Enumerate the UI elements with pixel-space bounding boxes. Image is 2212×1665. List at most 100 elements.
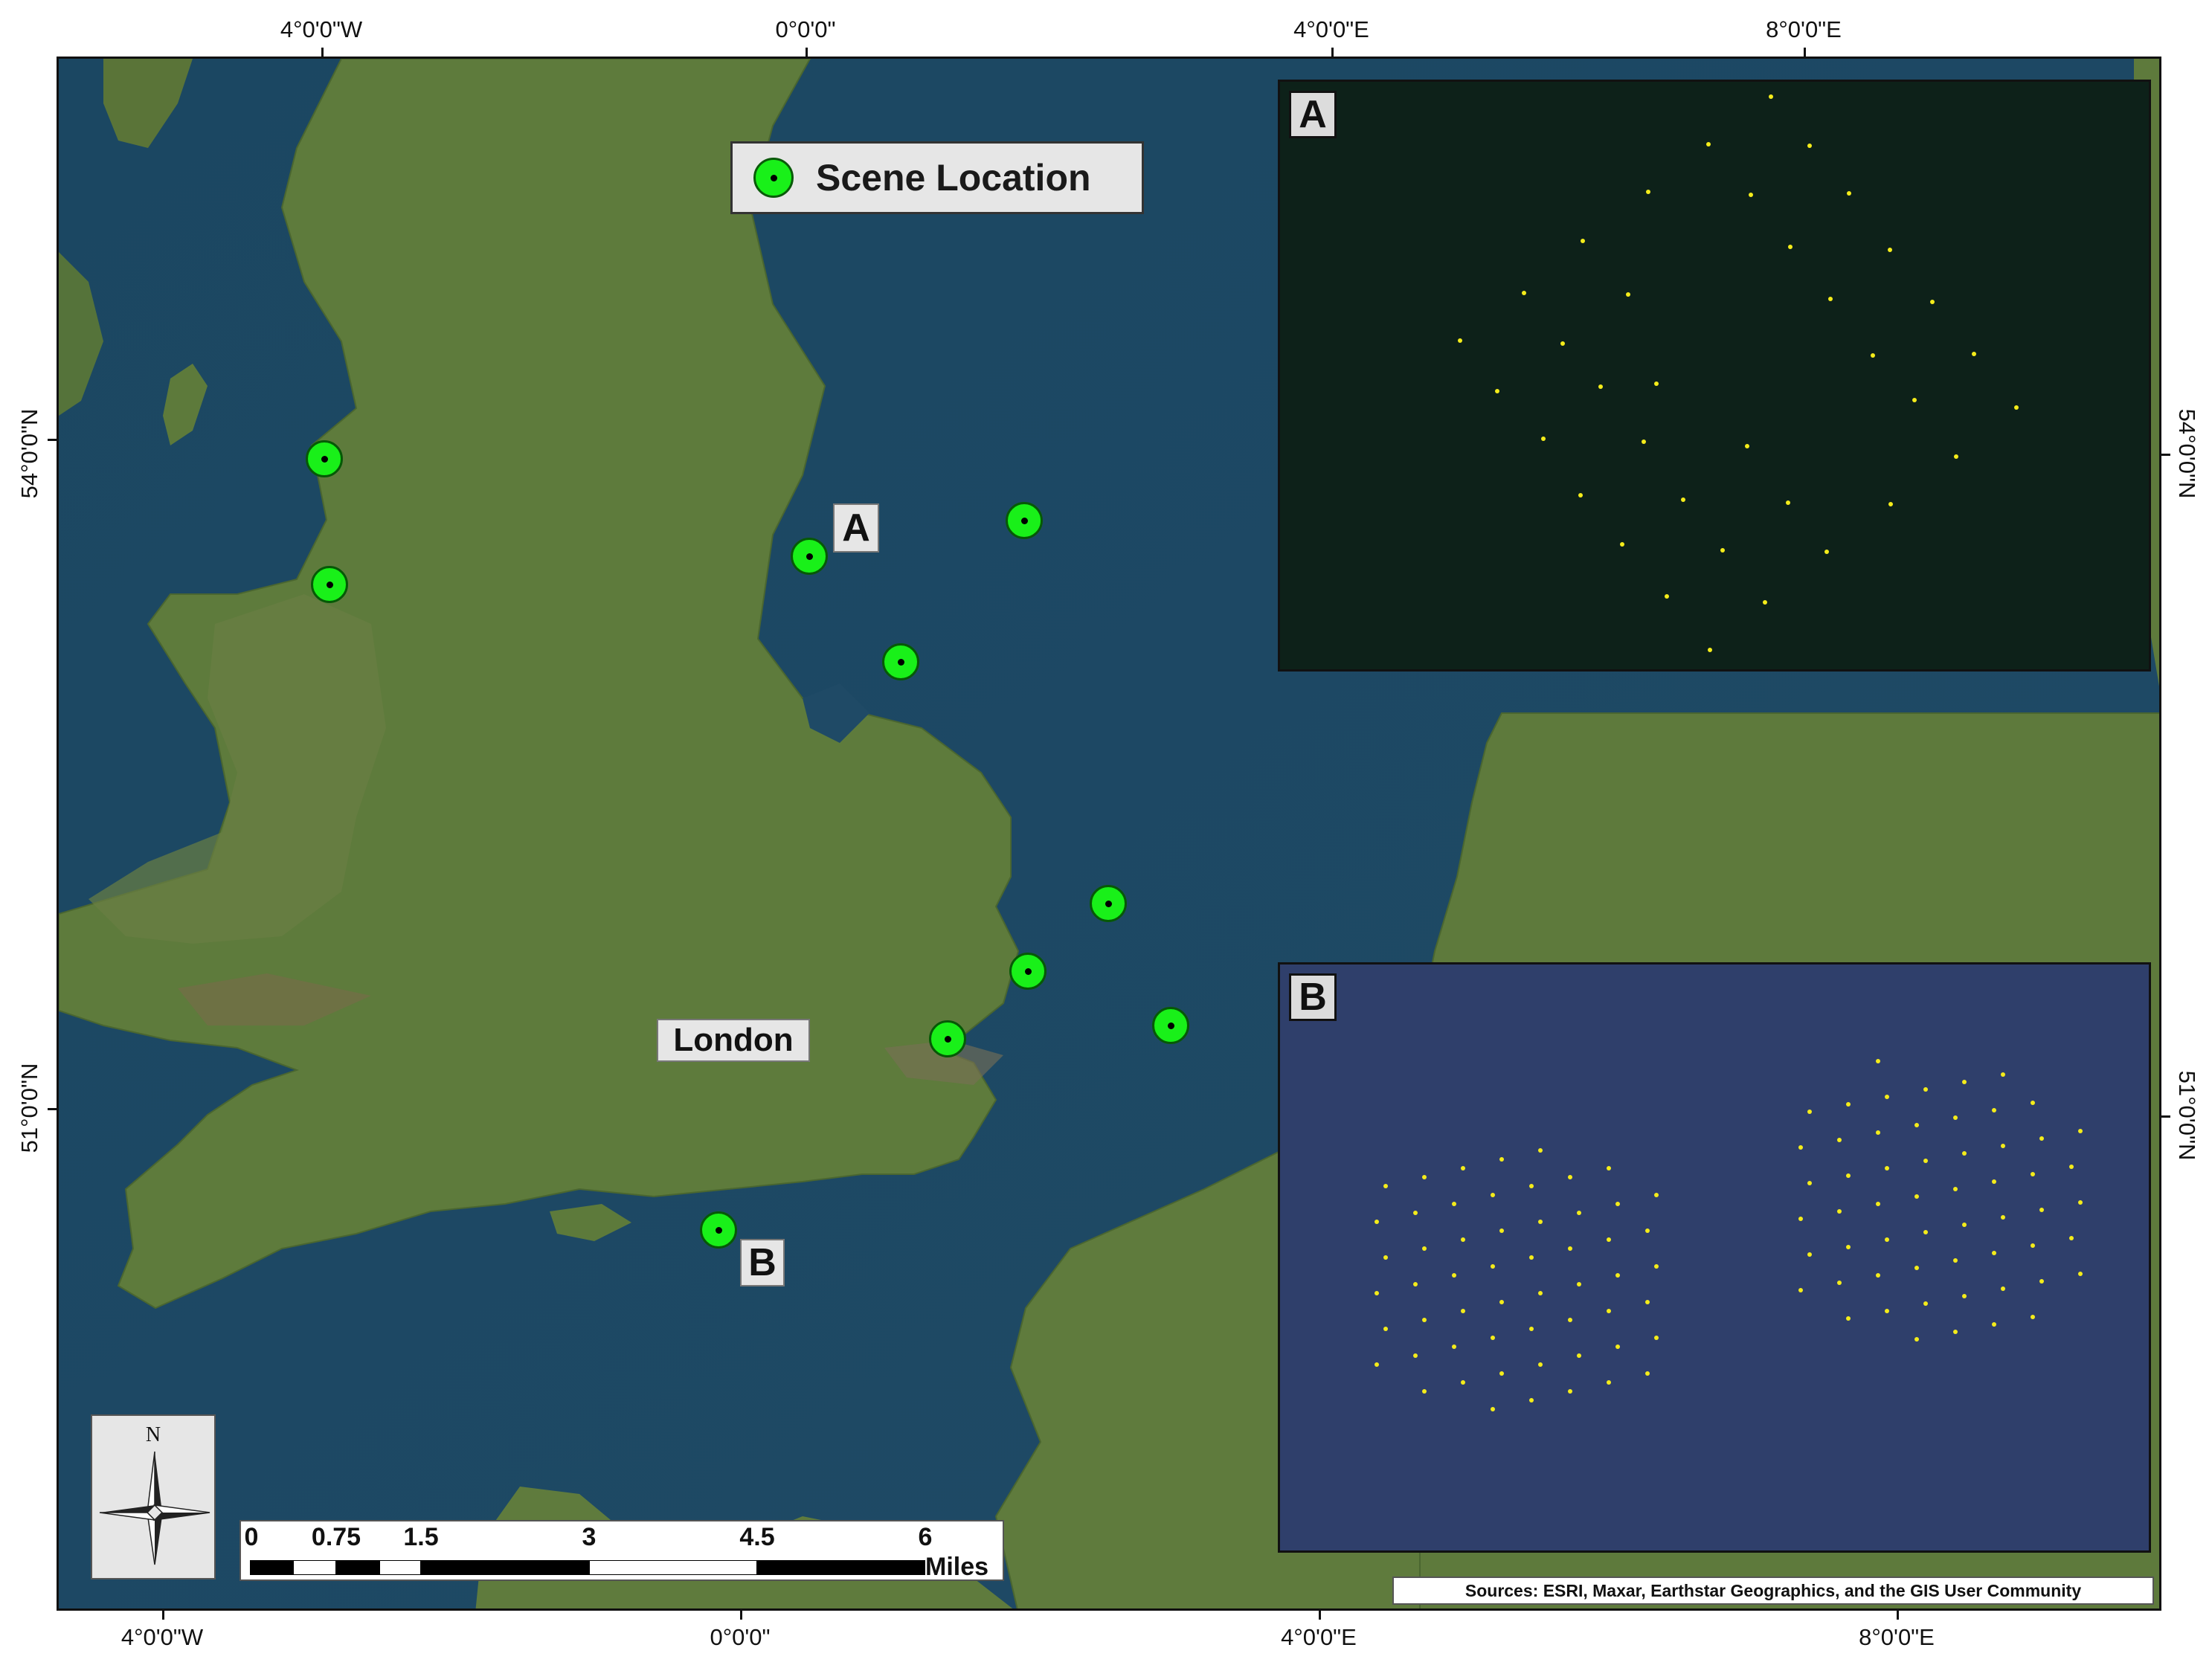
turbine-dot — [1930, 300, 1935, 304]
turbine-dot — [1538, 1220, 1543, 1224]
turbine-dot — [1745, 444, 1749, 448]
turbine-dot — [1665, 594, 1669, 599]
turbine-dot — [1578, 493, 1583, 497]
turbine-dot — [1914, 1194, 1919, 1199]
turbine-dot — [1972, 352, 1976, 356]
turbine-dot — [1888, 502, 1893, 506]
turbine-dot — [1846, 1245, 1851, 1249]
turbine-dot — [2001, 1144, 2005, 1148]
turbine-dot — [1953, 1187, 1958, 1191]
turbine-dot — [1538, 1148, 1543, 1153]
turbine-dot — [1422, 1246, 1427, 1251]
turbine-dot — [1876, 1130, 1880, 1135]
turbine-dot — [1568, 1389, 1572, 1394]
turbine-dot — [1626, 292, 1630, 297]
tick-mark — [1319, 1611, 1321, 1620]
turbine-dot — [1560, 341, 1565, 346]
turbine-dot — [2039, 1208, 2044, 1212]
lon-label-top-8e: 8°0'0"E — [1766, 16, 1842, 42]
scale-tick-4-5: 4.5 — [739, 1523, 775, 1551]
turbine-dot — [1461, 1166, 1465, 1170]
turbine-dot — [1541, 437, 1546, 441]
turbine-dot — [1876, 1059, 1880, 1063]
turbine-dot — [1885, 1095, 1889, 1099]
tick-mark — [321, 48, 324, 57]
turbine-dot — [1413, 1353, 1418, 1358]
turbine-dot — [1491, 1407, 1495, 1411]
scene-marker-thames[interactable] — [929, 1020, 966, 1057]
turbine-dot — [1888, 248, 1892, 252]
turbine-dot — [1461, 1380, 1465, 1385]
turbine-dot — [1914, 1266, 1919, 1270]
scale-segment — [757, 1560, 925, 1575]
turbine-dot — [2031, 1243, 2035, 1248]
lon-label-bottom-8e: 8°0'0"E — [1859, 1624, 1935, 1650]
tick-mark — [48, 439, 57, 441]
turbine-dot — [2039, 1279, 2044, 1284]
scene-marker-a[interactable] — [791, 538, 828, 575]
turbine-dot — [1962, 1151, 1967, 1156]
turbine-dot — [2039, 1136, 2044, 1141]
scene-marker-north-sea-5[interactable] — [1152, 1007, 1189, 1044]
tick-mark — [1804, 48, 1806, 57]
turbine-dot — [1992, 1179, 1996, 1184]
label-a: A — [833, 503, 879, 553]
turbine-dot — [1763, 600, 1767, 605]
turbine-dot — [2078, 1200, 2083, 1205]
turbine-dot — [1452, 1344, 1456, 1349]
turbine-dot — [1607, 1309, 1611, 1313]
lon-label-bottom-4e: 4°0'0"E — [1281, 1624, 1357, 1650]
turbine-dot — [2069, 1165, 2074, 1169]
turbine-dot — [1923, 1301, 1928, 1306]
turbine-dot — [2001, 1286, 2005, 1291]
scale-tick-6: 6 — [918, 1523, 933, 1551]
turbine-dot — [1885, 1237, 1889, 1242]
scene-marker-north-sea-1[interactable] — [1006, 502, 1043, 539]
turbine-dot — [1798, 1217, 1803, 1221]
turbine-dot — [1876, 1273, 1880, 1278]
inset-a[interactable]: A — [1278, 80, 2151, 672]
scene-marker-north-sea-4[interactable] — [1009, 953, 1046, 990]
turbine-dot — [2031, 1101, 2035, 1105]
turbine-dot — [1452, 1273, 1456, 1278]
turbine-dot — [1871, 353, 1875, 358]
inset-b-letter: B — [1289, 973, 1337, 1021]
scene-marker-north-sea-3[interactable] — [1090, 885, 1127, 922]
tick-mark — [2161, 1115, 2170, 1118]
turbine-dot — [1962, 1223, 1967, 1227]
turbine-dot — [1645, 1228, 1650, 1233]
tick-mark — [806, 48, 808, 57]
turbine-dot — [1568, 1318, 1572, 1322]
turbine-dot — [1962, 1294, 1967, 1298]
inset-b[interactable]: B — [1278, 962, 2151, 1553]
turbine-dot — [1499, 1371, 1504, 1376]
scale-segment — [250, 1560, 293, 1575]
tick-mark — [740, 1611, 742, 1620]
scene-marker-irish-sea-south[interactable] — [311, 566, 348, 603]
turbine-dot — [1681, 497, 1685, 502]
tick-mark — [2161, 454, 2170, 456]
turbine-dot — [1375, 1291, 1379, 1295]
turbine-dot — [1953, 1115, 1958, 1120]
turbine-dot — [1383, 1255, 1388, 1260]
turbine-dot — [2001, 1215, 2005, 1220]
turbine-dot — [1914, 1123, 1919, 1127]
tick-mark — [48, 1108, 57, 1110]
scale-unit: Miles — [925, 1553, 989, 1581]
legend: Scene Location — [730, 141, 1144, 214]
turbine-dot — [1413, 1211, 1418, 1215]
scene-marker-b[interactable] — [700, 1211, 737, 1249]
scene-marker-irish-sea-north[interactable] — [306, 440, 343, 477]
turbine-dot — [2069, 1236, 2074, 1240]
lat-label-right-54n: 54°0'0"N — [2174, 408, 2200, 499]
turbine-dot — [1654, 1264, 1659, 1269]
turbine-dot — [1846, 1316, 1851, 1321]
scene-marker-north-sea-2[interactable] — [882, 643, 919, 680]
turbine-dot — [1620, 542, 1624, 547]
turbine-dot — [1529, 1184, 1534, 1188]
turbine-dot — [1568, 1246, 1572, 1251]
scale-tick-1-5: 1.5 — [403, 1523, 439, 1551]
turbine-dot — [1807, 1181, 1812, 1185]
lon-label-top-4e: 4°0'0"E — [1293, 16, 1369, 42]
tick-mark — [1331, 48, 1334, 57]
